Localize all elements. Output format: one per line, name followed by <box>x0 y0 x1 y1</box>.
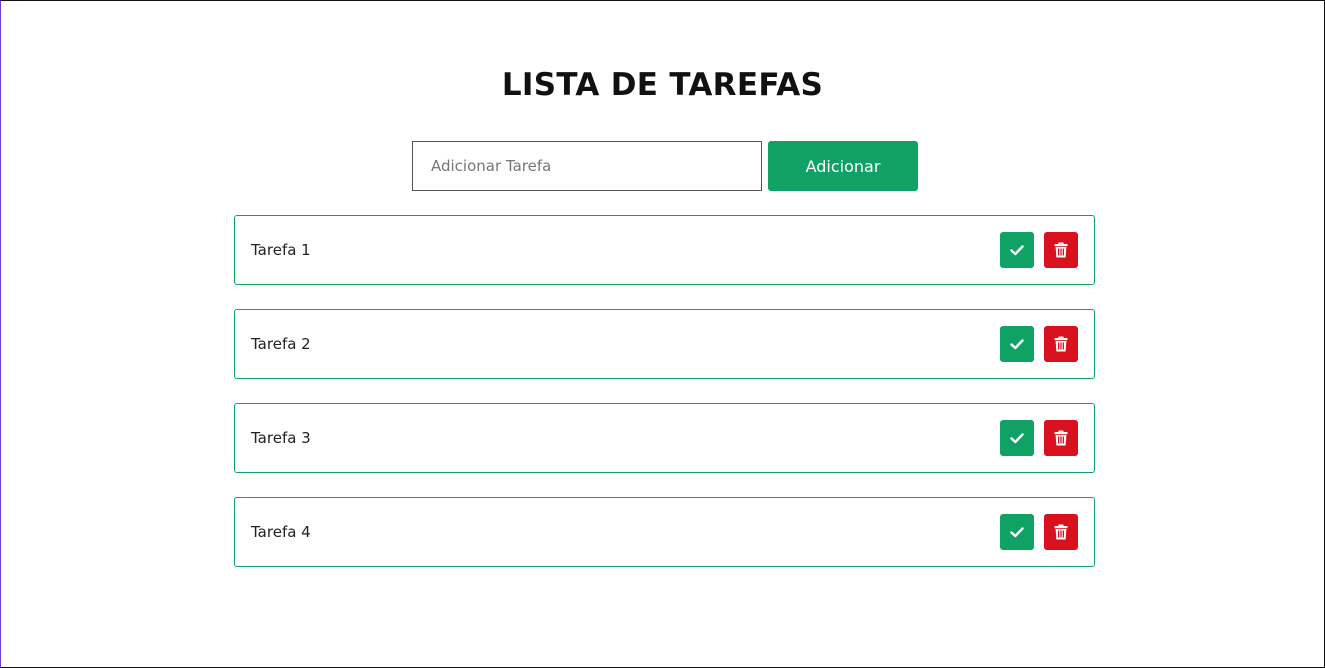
complete-task-button[interactable] <box>1000 326 1034 362</box>
complete-task-button[interactable] <box>1000 420 1034 456</box>
task-label: Tarefa 4 <box>251 523 311 541</box>
task-label: Tarefa 1 <box>251 241 311 259</box>
add-task-input[interactable] <box>412 141 762 191</box>
delete-task-button[interactable] <box>1044 326 1078 362</box>
task-actions <box>1000 232 1078 268</box>
trash-icon <box>1054 524 1068 540</box>
check-icon <box>1010 527 1024 538</box>
task-list: Tarefa 1 Tarefa 2 Tarefa 3 Tarefa 4 <box>234 215 1095 591</box>
trash-icon <box>1054 336 1068 352</box>
delete-task-button[interactable] <box>1044 514 1078 550</box>
task-item: Tarefa 3 <box>234 403 1095 473</box>
check-icon <box>1010 245 1024 256</box>
task-item: Tarefa 4 <box>234 497 1095 567</box>
delete-task-button[interactable] <box>1044 232 1078 268</box>
complete-task-button[interactable] <box>1000 514 1034 550</box>
task-label: Tarefa 3 <box>251 429 311 447</box>
task-actions <box>1000 326 1078 362</box>
trash-icon <box>1054 242 1068 258</box>
check-icon <box>1010 433 1024 444</box>
check-icon <box>1010 339 1024 350</box>
trash-icon <box>1054 430 1068 446</box>
add-task-button[interactable]: Adicionar <box>768 141 918 191</box>
delete-task-button[interactable] <box>1044 420 1078 456</box>
task-actions <box>1000 420 1078 456</box>
task-label: Tarefa 2 <box>251 335 311 353</box>
complete-task-button[interactable] <box>1000 232 1034 268</box>
page-title: LISTA DE TAREFAS <box>501 67 824 103</box>
add-task-form: Adicionar <box>412 141 918 191</box>
task-item: Tarefa 1 <box>234 215 1095 285</box>
task-item: Tarefa 2 <box>234 309 1095 379</box>
task-actions <box>1000 514 1078 550</box>
